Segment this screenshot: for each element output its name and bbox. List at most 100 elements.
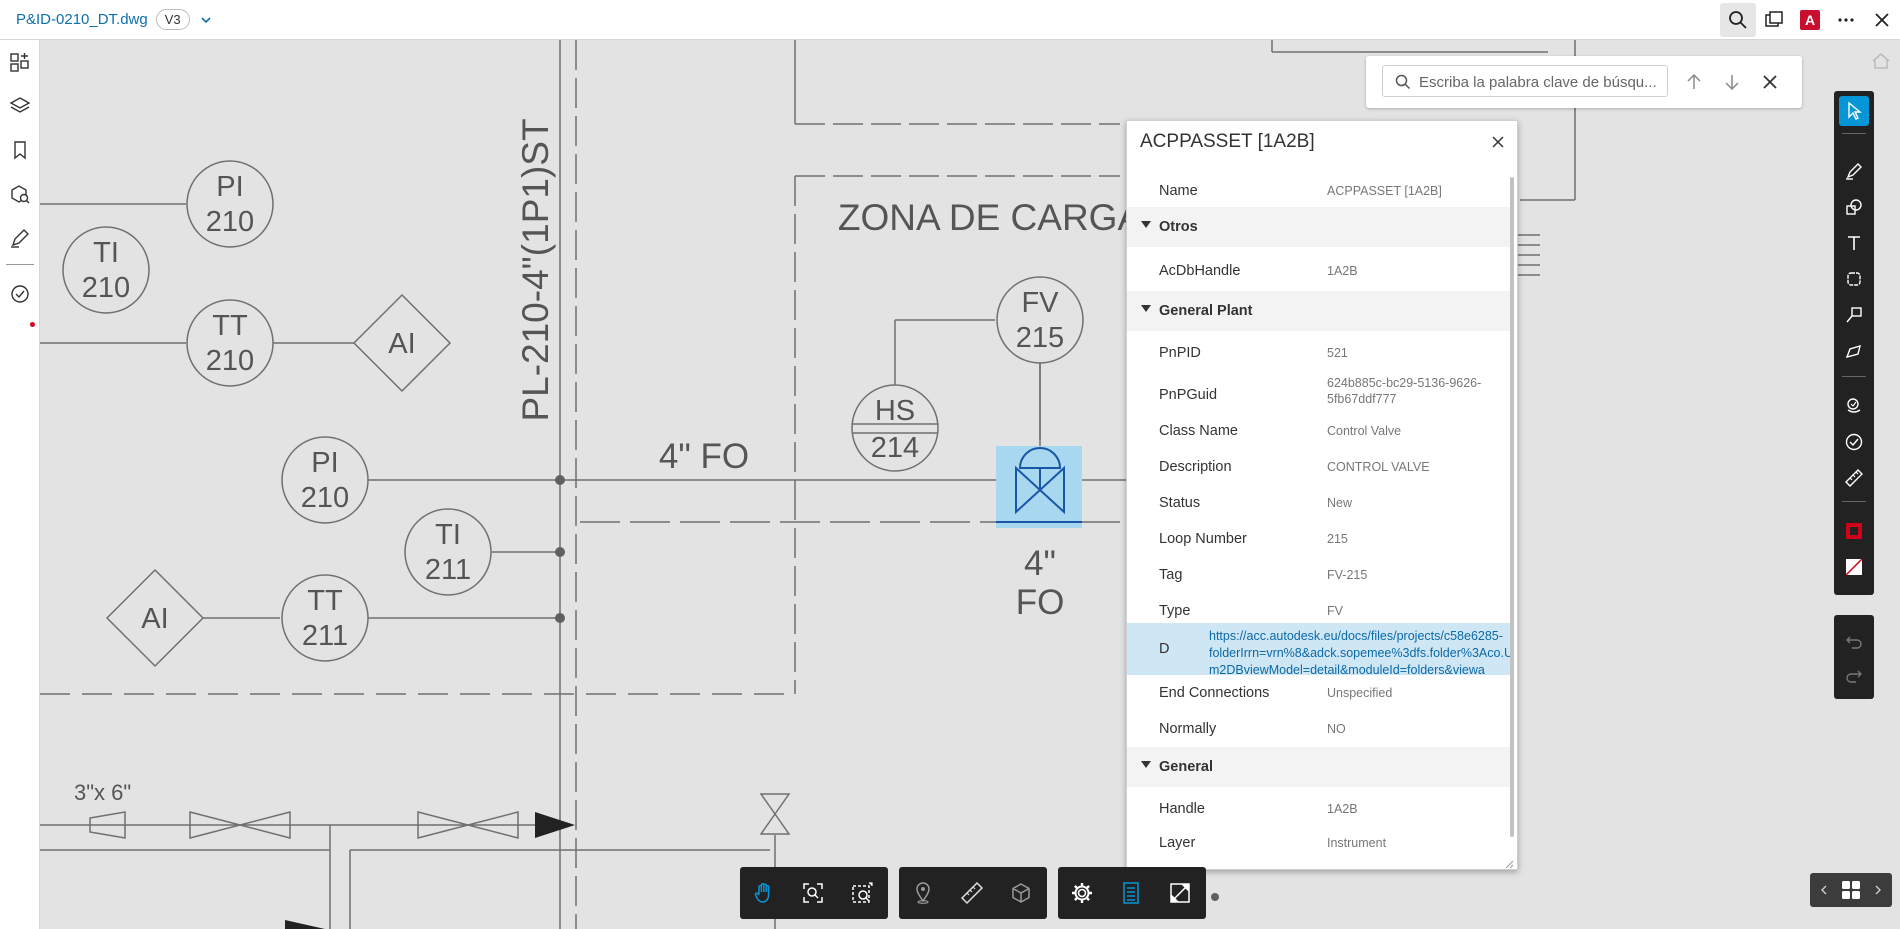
property-value: New <box>1327 496 1353 510</box>
fill-color-button[interactable] <box>1839 552 1869 582</box>
settings-toolbar <box>1058 867 1206 919</box>
property-key: End Connections <box>1159 685 1270 701</box>
zone-label: ZONA DE CARGA <box>838 197 1143 238</box>
search-next-button[interactable] <box>1720 70 1744 94</box>
close-viewer-button[interactable] <box>1864 3 1900 37</box>
search-previous-button[interactable] <box>1682 70 1706 94</box>
layers-button[interactable] <box>6 92 34 120</box>
link-line: folderIrrn=vrn%8&adck.sopemee%3dfs.folde… <box>1209 646 1513 660</box>
compare-button[interactable] <box>1756 3 1792 37</box>
text-tool-button[interactable] <box>1839 228 1869 258</box>
callout-tool-button[interactable] <box>1839 300 1869 330</box>
section-header-general-plant[interactable]: General Plant <box>1127 291 1513 331</box>
section-title: Otros <box>1159 219 1198 235</box>
3d-view-button[interactable] <box>1006 878 1036 908</box>
property-row: Loop Number 215 <box>1127 515 1513 551</box>
measure-tool-button[interactable] <box>1839 463 1869 493</box>
pen-tool-button[interactable] <box>1839 156 1869 186</box>
property-key: Status <box>1159 495 1201 511</box>
sheet-grid-button[interactable] <box>1841 880 1861 900</box>
file-name[interactable]: P&ID-0210_DT.dwg <box>16 11 148 28</box>
instrument-tag: TT <box>212 310 248 342</box>
collapse-triangle-icon <box>1141 221 1151 228</box>
property-key: AcDbHandle <box>1159 263 1241 279</box>
search-field[interactable] <box>1382 65 1668 97</box>
model-browser-button[interactable] <box>6 180 34 208</box>
line-label: 4" <box>1024 544 1056 583</box>
section-header-otros[interactable]: Otros <box>1127 207 1513 247</box>
settings-button[interactable] <box>1067 878 1097 908</box>
section-title: General <box>1159 759 1213 775</box>
property-value: 624b885c-bc29-5136-9626- <box>1327 376 1482 390</box>
property-row-link[interactable]: D https://acc.autodesk.eu/docs/files/pro… <box>1127 623 1513 677</box>
properties-scrollbar[interactable] <box>1510 177 1514 837</box>
instrument-number: 210 <box>82 272 130 304</box>
chevron-left-icon <box>1821 885 1827 895</box>
top-right-actions: A <box>1720 0 1900 40</box>
tools-toolbar <box>899 867 1047 919</box>
bookmark-icon <box>14 141 26 160</box>
location-button[interactable] <box>908 878 938 908</box>
markup-toolbar <box>1834 91 1874 595</box>
instrument-tag: AI <box>388 328 415 360</box>
sheets-button[interactable] <box>6 48 34 76</box>
resize-grip-icon[interactable] <box>1504 856 1514 869</box>
polyline-tool-button[interactable] <box>1839 336 1869 366</box>
document-link[interactable]: https://acc.autodesk.eu/docs/files/proje… <box>1209 628 1513 679</box>
ruler-icon <box>960 881 984 905</box>
zoom-extents-button[interactable] <box>798 878 828 908</box>
bookmarks-button[interactable] <box>6 136 34 164</box>
undo-button[interactable] <box>1839 626 1869 656</box>
zoom-window-button[interactable] <box>847 878 877 908</box>
property-row: Type FV <box>1127 587 1513 623</box>
sidebar-divider <box>6 264 34 265</box>
select-tool-button[interactable] <box>1839 96 1869 126</box>
property-row: End Connections Unspecified <box>1127 675 1513 711</box>
chevron-down-icon[interactable] <box>198 12 214 28</box>
search-input[interactable] <box>1417 70 1666 94</box>
version-badge[interactable]: V3 <box>155 9 190 30</box>
properties-panel: ACPPASSET [1A2B] Name ACPPASSET [1A2B] O… <box>1126 120 1518 870</box>
left-sidebar <box>0 40 40 929</box>
section-header-general[interactable]: General <box>1127 747 1513 787</box>
approve-tool-button[interactable] <box>1839 427 1869 457</box>
properties-close-button[interactable] <box>1489 133 1507 151</box>
zoom-fit-icon <box>803 883 823 903</box>
more-menu-button[interactable] <box>1828 3 1864 37</box>
polyline-icon <box>1845 344 1861 359</box>
instrument-number: 210 <box>206 345 254 377</box>
markups-button[interactable] <box>6 224 34 252</box>
measure-button[interactable] <box>957 878 987 908</box>
search-close-button[interactable] <box>1758 70 1782 94</box>
fullscreen-button[interactable] <box>1165 878 1195 908</box>
property-row: Tag FV-215 <box>1127 551 1513 587</box>
instrument-tag: FV <box>1021 287 1059 319</box>
collapse-triangle-icon <box>1141 305 1151 312</box>
stamp-tool-button[interactable] <box>1839 391 1869 421</box>
property-key: Normally <box>1159 721 1217 737</box>
issues-button[interactable] <box>6 280 34 308</box>
property-value: CONTROL VALVE <box>1327 460 1430 474</box>
properties-button[interactable] <box>1116 878 1146 908</box>
property-row: Handle 1A2B <box>1127 787 1513 827</box>
autocad-button[interactable]: A <box>1792 3 1828 37</box>
cloud-tool-button[interactable] <box>1839 264 1869 294</box>
pan-tool-button[interactable] <box>749 878 779 908</box>
navigation-toolbar <box>740 867 888 919</box>
property-key: PnPID <box>1159 345 1201 361</box>
flow-arrow <box>285 920 325 929</box>
redo-button[interactable] <box>1839 660 1869 690</box>
line-label: FO <box>1016 583 1065 622</box>
search-button[interactable] <box>1720 3 1756 37</box>
cursor-arrow-icon <box>1848 101 1862 120</box>
home-view-button[interactable] <box>1870 50 1892 77</box>
shapes-tool-button[interactable] <box>1839 192 1869 222</box>
properties-body[interactable]: Name ACPPASSET [1A2B] Otros AcDbHandle 1… <box>1127 171 1513 853</box>
instrument-number: 215 <box>1016 322 1064 354</box>
instrument-number: 211 <box>302 620 348 652</box>
next-sheet-button[interactable] <box>1868 880 1888 900</box>
previous-sheet-button[interactable] <box>1814 880 1834 900</box>
property-key: Name <box>1159 183 1198 199</box>
drawing-canvas[interactable]: PI 210 TI 210 TT 210 AI PI 210 TI 211 AI… <box>40 40 1900 929</box>
stroke-color-button[interactable] <box>1839 516 1869 546</box>
